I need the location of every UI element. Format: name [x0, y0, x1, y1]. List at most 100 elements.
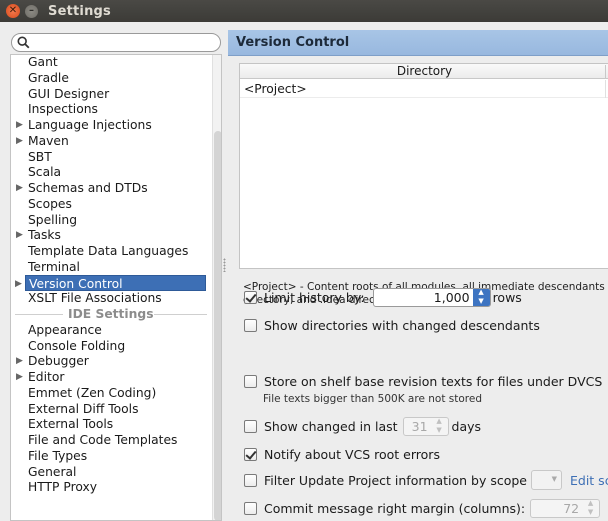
tree-item-external-tools[interactable]: External Tools: [11, 416, 113, 432]
table-row[interactable]: <Project>: [240, 80, 608, 98]
tree-item-label: Editor: [28, 370, 65, 384]
tree-item-template-data-languages[interactable]: Template Data Languages: [11, 243, 188, 259]
tree-item-inspections[interactable]: Inspections: [11, 101, 98, 117]
limit-history-checkbox[interactable]: [244, 290, 257, 304]
tree-item-label: Debugger: [28, 354, 89, 369]
tree-item-external-diff-tools[interactable]: External Diff Tools: [11, 401, 139, 417]
tree-item-tasks[interactable]: ▶ Tasks: [11, 227, 61, 243]
splitter-handle[interactable]: [223, 258, 226, 272]
tree-item-label: Tasks: [28, 228, 61, 243]
show-changed-days-value: 31: [411, 418, 428, 434]
column-header-directory[interactable]: Directory: [240, 64, 608, 79]
tree-item-label: Gant: [28, 55, 58, 69]
spinner-arrows[interactable]: ▲ ▼: [472, 288, 490, 306]
tree-item-http-proxy[interactable]: HTTP Proxy: [11, 479, 97, 495]
notify-root-checkbox[interactable]: [244, 447, 257, 461]
tree-item-label: Terminal: [28, 259, 80, 274]
commit-margin-value: 72: [563, 500, 580, 516]
notify-root-label: Notify about VCS root errors: [264, 446, 440, 462]
spinner-down-icon[interactable]: ▼: [431, 426, 448, 435]
settings-panel: Version Control Directory <Project> <Pro…: [228, 30, 608, 518]
tree-item-xslt-file-associations[interactable]: XSLT File Associations: [11, 290, 162, 306]
tree-item-maven[interactable]: ▶ Maven: [11, 133, 69, 149]
tree-item-label: External Tools: [28, 417, 114, 432]
section-divider: [15, 314, 63, 315]
spinner-down-icon[interactable]: ▼: [582, 508, 599, 517]
scope-dropdown[interactable]: [531, 470, 562, 490]
tree-item-editor[interactable]: ▶ Editor: [11, 369, 64, 385]
edit-scope-link[interactable]: Edit scope: [570, 473, 608, 488]
expand-arrow-icon[interactable]: ▶: [16, 180, 23, 196]
expand-arrow-icon[interactable]: ▶: [16, 227, 23, 243]
limit-history-spinner[interactable]: 1,000 ▲ ▼: [372, 287, 491, 307]
expand-arrow-icon[interactable]: ▶: [16, 117, 23, 133]
tree-item-label: Version Control: [29, 276, 123, 291]
tree-item-sbt[interactable]: SBT: [11, 149, 52, 165]
tree-item-version-control[interactable]: ▶ Version Control: [15, 274, 206, 291]
tree-item-language-injections[interactable]: ▶ Language Injections: [11, 117, 152, 133]
tree-item-terminal[interactable]: Terminal: [11, 259, 80, 275]
tree-item-label: Scala: [28, 165, 62, 180]
spinner-arrows[interactable]: ▲ ▼: [582, 500, 599, 517]
tree-item-scopes[interactable]: Scopes: [11, 196, 72, 212]
tree-item-label: Gradle: [28, 70, 69, 85]
limit-history-option: Limit history by: 1,000 ▲ ▼ rows: [244, 287, 522, 307]
spinner-up-icon[interactable]: ▲: [473, 289, 490, 298]
filter-update-option: Filter Update Project information by sco…: [244, 470, 608, 490]
spinner-up-icon[interactable]: ▲: [431, 418, 448, 427]
notify-root-option: Notify about VCS root errors: [244, 445, 440, 463]
table-cell-directory: <Project>: [244, 82, 307, 96]
filter-update-label: Filter Update Project information by sco…: [264, 472, 527, 488]
settings-tree: Gant Gradle GUI Designer Inspections ▶ Langua…: [10, 54, 222, 521]
commit-margin-checkbox[interactable]: [244, 501, 257, 515]
scrollbar-thumb[interactable]: [214, 131, 221, 520]
tree-item-console-folding[interactable]: Console Folding: [11, 338, 125, 354]
filter-update-checkbox[interactable]: [244, 473, 257, 487]
tree-item-label: GUI Designer: [28, 86, 110, 101]
tree-section-ide-settings: IDE Settings: [11, 306, 211, 322]
panel-title: Version Control: [228, 30, 608, 56]
tree-item-label: Scopes: [28, 196, 72, 211]
show-changed-last-checkbox[interactable]: [244, 419, 257, 433]
section-divider: [154, 314, 207, 315]
tree-item-general[interactable]: General: [11, 464, 76, 480]
tree-item-label: XSLT File Associations: [28, 291, 162, 306]
commit-margin-option: Commit message right margin (columns): 7…: [244, 498, 601, 518]
tree-item-gradle[interactable]: Gradle: [11, 70, 69, 86]
panel-content: Directory <Project> <Project> - Content …: [228, 56, 608, 518]
tree-item-label: Language Injections: [28, 118, 152, 132]
tree-item-gui-designer[interactable]: GUI Designer: [11, 86, 109, 102]
store-shelf-checkbox[interactable]: [244, 374, 257, 388]
commit-margin-label: Commit message right margin (columns):: [264, 500, 526, 516]
expand-arrow-icon[interactable]: ▶: [16, 369, 23, 385]
tree-item-label: Maven: [28, 133, 69, 148]
tree-item-file-types[interactable]: File Types: [11, 448, 87, 464]
expand-arrow-icon[interactable]: ▶: [16, 133, 23, 149]
tree-item-label: Spelling: [28, 212, 78, 227]
tree-item-emmet-zen-coding[interactable]: Emmet (Zen Coding): [11, 385, 156, 401]
tree-item-appearance[interactable]: Appearance: [11, 322, 102, 338]
minimize-icon[interactable]: –: [25, 4, 38, 18]
tree-item-schemas-and-dtds[interactable]: ▶ Schemas and DTDs: [11, 180, 148, 196]
tree-scrollbar[interactable]: [212, 55, 221, 520]
tree-item-gant[interactable]: Gant: [11, 55, 58, 70]
close-icon[interactable]: ✕: [6, 4, 20, 18]
spinner-down-icon[interactable]: ▼: [473, 297, 490, 306]
tree-item-label: HTTP Proxy: [28, 480, 98, 495]
spinner-arrows[interactable]: ▲ ▼: [431, 418, 448, 435]
tree-item-spelling[interactable]: Spelling: [11, 212, 77, 228]
expand-arrow-icon[interactable]: ▶: [16, 353, 23, 369]
show-dirs-changed-option: Show directories with changed descendant…: [244, 316, 540, 334]
tree-item-label: Template Data Languages: [28, 244, 189, 258]
search-input[interactable]: [11, 33, 221, 52]
tree-item-label: File and Code Templates: [28, 433, 178, 447]
commit-margin-spinner[interactable]: 72 ▲ ▼: [530, 498, 601, 518]
tree-item-label: Console Folding: [28, 338, 126, 353]
show-changed-days-spinner[interactable]: 31 ▲ ▼: [402, 416, 449, 436]
tree-item-file-and-code-templates[interactable]: File and Code Templates: [11, 432, 177, 448]
expand-arrow-icon[interactable]: ▶: [15, 276, 22, 292]
tree-item-debugger[interactable]: ▶ Debugger: [11, 353, 89, 369]
show-dirs-changed-checkbox[interactable]: [244, 318, 257, 332]
store-shelf-note: File texts bigger than 500K are not stor…: [263, 393, 483, 405]
tree-item-scala[interactable]: Scala: [11, 164, 61, 180]
